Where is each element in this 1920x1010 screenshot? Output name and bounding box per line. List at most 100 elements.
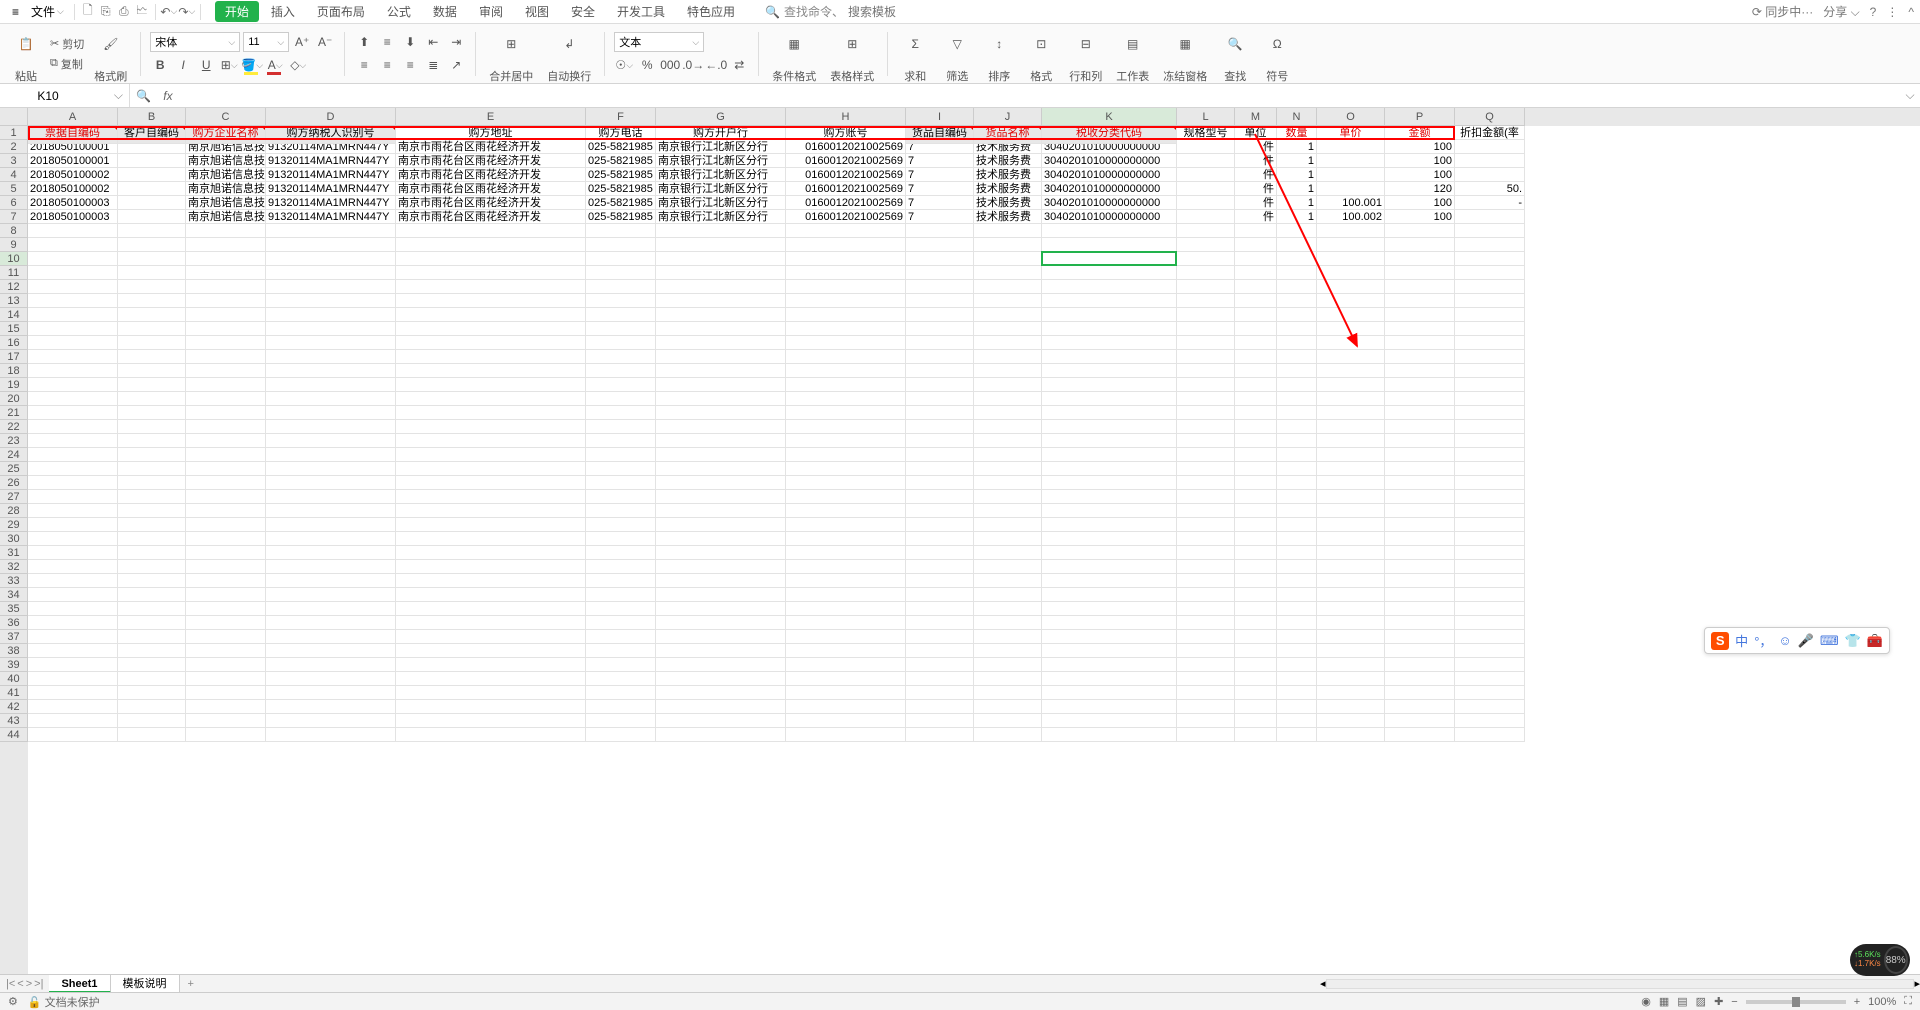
empty-cell[interactable] [266, 574, 396, 588]
empty-cell[interactable] [656, 546, 786, 560]
view-normal-icon[interactable]: ▦ [1659, 995, 1669, 1008]
empty-cell[interactable] [266, 308, 396, 322]
data-cell[interactable] [118, 168, 186, 182]
row-header-21[interactable]: 21 [0, 406, 28, 420]
empty-cell[interactable] [1177, 378, 1235, 392]
empty-cell[interactable] [396, 224, 586, 238]
empty-cell[interactable] [396, 602, 586, 616]
data-cell[interactable]: 南京银行江北新区分行 [656, 154, 786, 168]
column-headers[interactable]: ABCDEFGHIJKLMNOPQ [28, 108, 1920, 126]
empty-cell[interactable] [1277, 602, 1317, 616]
data-cell[interactable]: 南京银行江北新区分行 [656, 182, 786, 196]
empty-cell[interactable] [906, 658, 974, 672]
empty-cell[interactable] [586, 490, 656, 504]
empty-cell[interactable] [786, 714, 906, 728]
empty-cell[interactable] [586, 630, 656, 644]
empty-cell[interactable] [786, 322, 906, 336]
data-cell[interactable]: 025-5821985 [586, 140, 656, 154]
data-cell[interactable]: 件 [1235, 140, 1277, 154]
view-break-icon[interactable]: ▨ [1696, 995, 1706, 1008]
empty-cell[interactable] [1042, 518, 1177, 532]
empty-cell[interactable] [1177, 336, 1235, 350]
empty-cell[interactable] [974, 700, 1042, 714]
empty-cell[interactable] [28, 350, 118, 364]
data-cell[interactable]: 1 [1277, 196, 1317, 210]
empty-cell[interactable] [586, 504, 656, 518]
empty-cell[interactable] [1042, 490, 1177, 504]
data-cell[interactable] [1455, 140, 1525, 154]
empty-cell[interactable] [396, 406, 586, 420]
empty-cell[interactable] [28, 532, 118, 546]
type-convert-icon[interactable]: ⇄ [729, 55, 749, 75]
empty-cell[interactable] [906, 266, 974, 280]
empty-cell[interactable] [656, 560, 786, 574]
empty-cell[interactable] [1042, 546, 1177, 560]
empty-cell[interactable] [186, 336, 266, 350]
empty-cell[interactable] [266, 728, 396, 742]
empty-cell[interactable] [786, 364, 906, 378]
empty-cell[interactable] [786, 658, 906, 672]
data-cell[interactable]: 南京市雨花台区雨花经济开发 [396, 196, 586, 210]
empty-cell[interactable] [186, 532, 266, 546]
empty-cell[interactable] [1042, 280, 1177, 294]
empty-cell[interactable] [396, 434, 586, 448]
empty-cell[interactable] [586, 602, 656, 616]
empty-cell[interactable] [1455, 728, 1525, 742]
empty-cell[interactable] [396, 252, 586, 266]
empty-cell[interactable] [266, 294, 396, 308]
empty-cell[interactable] [396, 630, 586, 644]
data-cell[interactable]: 1 [1277, 140, 1317, 154]
empty-cell[interactable] [396, 266, 586, 280]
data-cell[interactable] [1177, 154, 1235, 168]
empty-cell[interactable] [1277, 476, 1317, 490]
empty-cell[interactable] [1455, 700, 1525, 714]
empty-cell[interactable] [974, 266, 1042, 280]
ime-emoji-icon[interactable]: ☺ [1778, 633, 1791, 648]
col-header-I[interactable]: I [906, 108, 974, 126]
empty-cell[interactable] [1042, 462, 1177, 476]
empty-cell[interactable] [1177, 644, 1235, 658]
empty-cell[interactable] [656, 476, 786, 490]
empty-cell[interactable] [1385, 504, 1455, 518]
empty-cell[interactable] [1277, 364, 1317, 378]
empty-cell[interactable] [656, 448, 786, 462]
empty-cell[interactable] [906, 308, 974, 322]
symbol-button[interactable]: Ω [1263, 24, 1291, 64]
col-header-H[interactable]: H [786, 108, 906, 126]
empty-cell[interactable] [906, 616, 974, 630]
empty-cell[interactable] [1385, 560, 1455, 574]
row-headers[interactable]: 1234567891011121314151617181920212223242… [0, 126, 28, 974]
data-cell[interactable]: 2018050100002 [28, 182, 118, 196]
empty-cell[interactable] [1455, 420, 1525, 434]
empty-cell[interactable] [974, 308, 1042, 322]
empty-cell[interactable] [1317, 266, 1385, 280]
empty-cell[interactable] [1042, 504, 1177, 518]
empty-cell[interactable] [586, 518, 656, 532]
empty-cell[interactable] [1385, 280, 1455, 294]
empty-cell[interactable] [786, 378, 906, 392]
empty-cell[interactable] [1042, 238, 1177, 252]
empty-cell[interactable] [1177, 322, 1235, 336]
empty-cell[interactable] [118, 308, 186, 322]
empty-cell[interactable] [974, 322, 1042, 336]
data-cell[interactable]: 南京银行江北新区分行 [656, 196, 786, 210]
empty-cell[interactable] [266, 546, 396, 560]
empty-cell[interactable] [28, 616, 118, 630]
ribbon-tab-2[interactable]: 页面布局 [307, 1, 375, 22]
empty-cell[interactable] [974, 588, 1042, 602]
empty-cell[interactable] [1385, 448, 1455, 462]
empty-cell[interactable] [266, 518, 396, 532]
data-cell[interactable]: 025-5821985 [586, 168, 656, 182]
empty-cell[interactable] [906, 378, 974, 392]
row-header-16[interactable]: 16 [0, 336, 28, 350]
empty-cell[interactable] [396, 448, 586, 462]
add-sheet-button[interactable]: + [180, 978, 202, 990]
empty-cell[interactable] [1277, 686, 1317, 700]
empty-cell[interactable] [1455, 336, 1525, 350]
empty-cell[interactable] [1042, 574, 1177, 588]
empty-cell[interactable] [906, 504, 974, 518]
empty-cell[interactable] [906, 476, 974, 490]
empty-cell[interactable] [1277, 532, 1317, 546]
empty-cell[interactable] [1235, 700, 1277, 714]
sort-button[interactable]: ↕ [985, 24, 1013, 64]
